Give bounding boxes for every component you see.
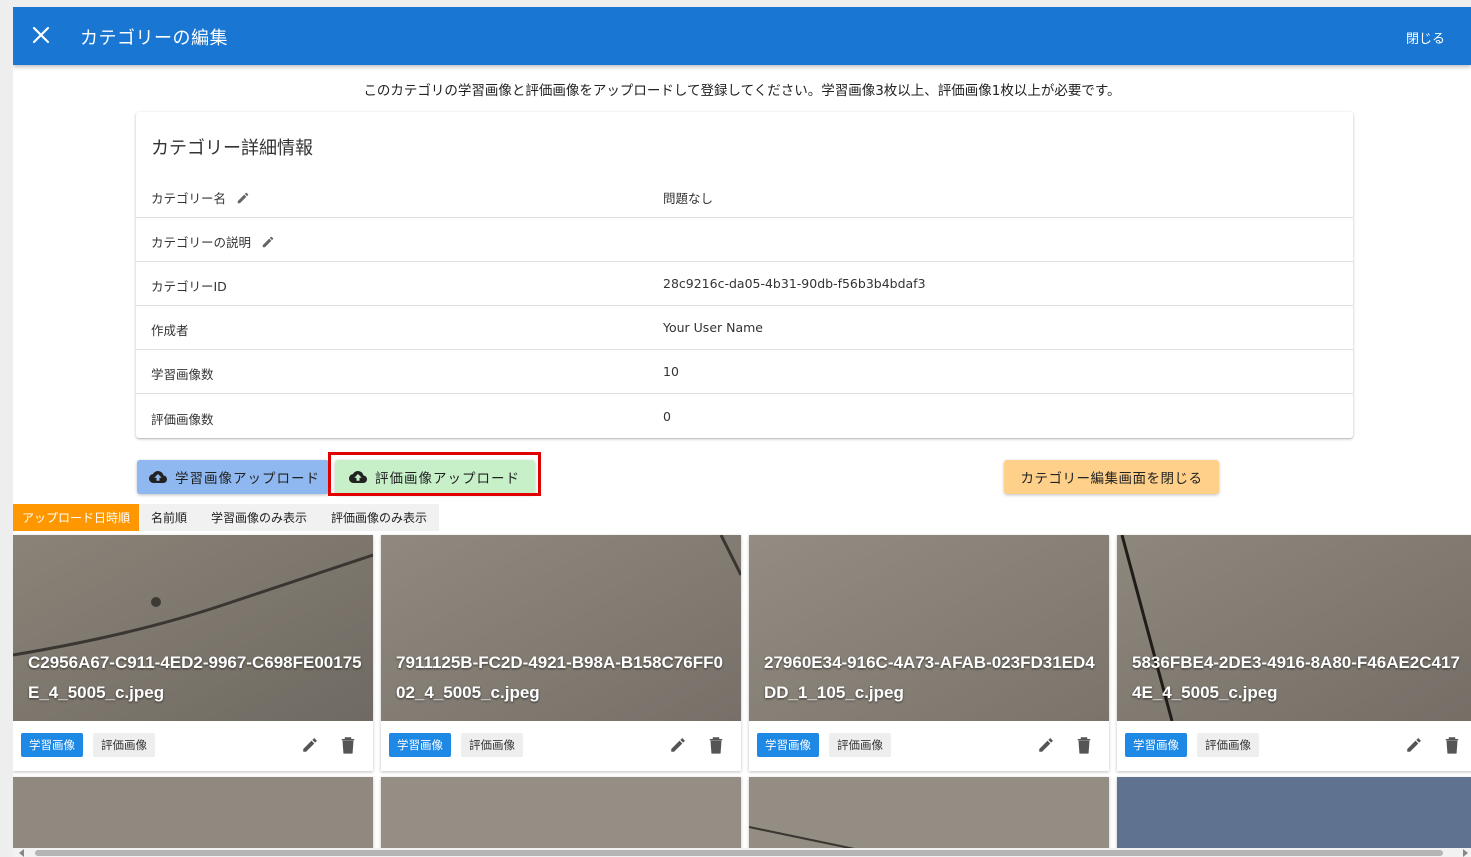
image-tile[interactable]: 5836FBE4-2DE3-4916-8A80-F46AE2C4174E_4_5… [1117, 535, 1471, 771]
app-bar: カテゴリーの編集 閉じる [13, 7, 1471, 65]
image-filename: 27960E34-916C-4A73-AFAB-023FD31ED4DD_1_1… [764, 653, 1095, 702]
scrollbar-thumb[interactable] [35, 850, 1443, 856]
pencil-icon[interactable] [1405, 736, 1423, 754]
detail-row-description: カテゴリーの説明 [136, 218, 1353, 262]
sort-filter-bar: アップロード日時順 名前順 学習画像のみ表示 評価画像のみ表示 [13, 504, 440, 531]
detail-label: 評価画像数 [151, 412, 214, 427]
trash-icon[interactable] [1444, 736, 1460, 754]
image-tile[interactable]: 27960E34-916C-4A73-AFAB-023FD31ED4DD_1_1… [749, 535, 1109, 771]
detail-label: 学習画像数 [151, 367, 214, 382]
eval-chip[interactable]: 評価画像 [829, 733, 891, 757]
detail-row-id: カテゴリーID 28c9216c-da05-4b31-90db-f56b3b4b… [136, 262, 1353, 306]
detail-label: カテゴリー名 [151, 191, 227, 206]
sort-upload-date[interactable]: アップロード日時順 [13, 504, 140, 531]
close-icon[interactable] [29, 23, 53, 47]
detail-row-creator: 作成者 Your User Name [136, 306, 1353, 350]
trash-icon[interactable] [1076, 736, 1092, 754]
upload-eval-button[interactable]: 評価画像アップロード [335, 460, 535, 494]
filter-train-only[interactable]: 学習画像のみ表示 [199, 504, 320, 531]
image-tile[interactable] [749, 777, 1109, 857]
tile-actions: 学習画像 評価画像 [749, 721, 1109, 771]
upload-train-button[interactable]: 学習画像アップロード [137, 460, 329, 494]
pencil-icon[interactable] [261, 235, 275, 249]
edit-category-dialog: カテゴリーの編集 閉じる このカテゴリの学習画像と評価画像をアップロードして登録… [13, 7, 1471, 857]
detail-label: カテゴリーの説明 [151, 235, 252, 250]
trash-icon[interactable] [340, 736, 356, 754]
train-chip[interactable]: 学習画像 [1125, 733, 1187, 757]
image-tile[interactable] [381, 777, 741, 857]
sort-name[interactable]: 名前順 [139, 504, 200, 531]
pencil-icon[interactable] [236, 191, 250, 205]
cloud-upload-icon [149, 471, 167, 483]
detail-row-name: カテゴリー名 問題なし [136, 174, 1353, 218]
image-thumbnail [1117, 777, 1471, 857]
detail-label: カテゴリーID [151, 279, 227, 294]
detail-label: 作成者 [151, 323, 189, 338]
image-thumbnail [749, 777, 1109, 857]
dialog-title: カテゴリーの編集 [80, 28, 228, 49]
upload-train-label: 学習画像アップロード [175, 471, 320, 487]
eval-chip[interactable]: 評価画像 [461, 733, 523, 757]
train-chip[interactable]: 学習画像 [21, 733, 83, 757]
detail-value: 10 [663, 364, 679, 379]
eval-chip[interactable]: 評価画像 [1197, 733, 1259, 757]
image-filename: C2956A67-C911-4ED2-9967-C698FE00175E_4_5… [28, 653, 362, 702]
detail-value: 問題なし [663, 191, 714, 206]
pencil-icon[interactable] [669, 736, 687, 754]
tile-actions: 学習画像 評価画像 [1117, 721, 1471, 771]
eval-chip[interactable]: 評価画像 [93, 733, 155, 757]
image-tile[interactable]: C2956A67-C911-4ED2-9967-C698FE00175E_4_5… [13, 535, 373, 771]
card-title: カテゴリー詳細情報 [151, 138, 313, 159]
horizontal-scrollbar[interactable] [13, 848, 1471, 857]
pencil-icon[interactable] [301, 736, 319, 754]
cloud-upload-icon [349, 471, 367, 483]
image-tile[interactable]: 7911125B-FC2D-4921-B98A-B158C76FF002_4_5… [381, 535, 741, 771]
scroll-right-icon[interactable] [1463, 849, 1468, 857]
train-chip[interactable]: 学習画像 [757, 733, 819, 757]
trash-icon[interactable] [708, 736, 724, 754]
scroll-left-icon[interactable] [19, 849, 24, 857]
detail-value: 0 [663, 409, 671, 424]
close-button[interactable]: 閉じる [1406, 28, 1445, 47]
close-edit-button[interactable]: カテゴリー編集画面を閉じる [1004, 460, 1219, 494]
image-tile[interactable] [13, 777, 373, 857]
instruction-text: このカテゴリの学習画像と評価画像をアップロードして登録してください。学習画像3枚… [363, 83, 1121, 99]
image-tile[interactable] [1117, 777, 1471, 857]
image-thumbnail [13, 777, 373, 857]
filter-eval-only[interactable]: 評価画像のみ表示 [319, 504, 440, 531]
image-filename: 7911125B-FC2D-4921-B98A-B158C76FF002_4_5… [396, 653, 723, 702]
detail-value: Your User Name [663, 320, 763, 335]
image-thumbnail [381, 777, 741, 857]
upload-eval-label: 評価画像アップロード [375, 471, 520, 487]
tile-actions: 学習画像 評価画像 [381, 721, 741, 771]
train-chip[interactable]: 学習画像 [389, 733, 451, 757]
detail-value: 28c9216c-da05-4b31-90db-f56b3b4bdaf3 [663, 276, 926, 291]
category-details-card: カテゴリー詳細情報 カテゴリー名 問題なし カテゴリーの説明 カテゴリーID 2… [136, 112, 1353, 438]
tile-actions: 学習画像 評価画像 [13, 721, 373, 771]
detail-row-eval-count: 評価画像数 0 [136, 395, 1353, 439]
pencil-icon[interactable] [1037, 736, 1055, 754]
detail-row-train-count: 学習画像数 10 [136, 350, 1353, 394]
image-filename: 5836FBE4-2DE3-4916-8A80-F46AE2C4174E_4_5… [1132, 653, 1460, 702]
